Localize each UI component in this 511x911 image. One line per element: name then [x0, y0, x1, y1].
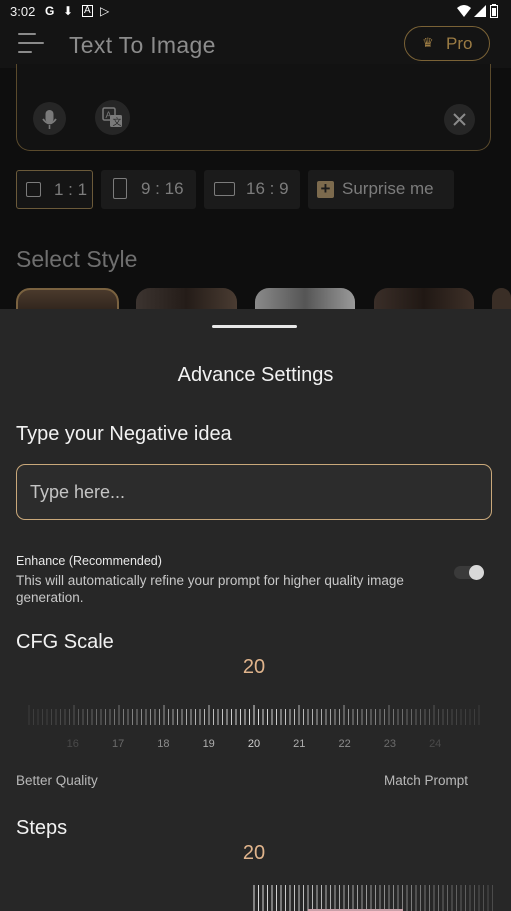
news-icon: A	[82, 5, 93, 17]
ruler-tick-label: 21	[293, 738, 306, 750]
pro-button[interactable]: ♛ Pro	[404, 26, 490, 61]
cfg-scale-ruler[interactable]	[0, 695, 511, 735]
menu-icon[interactable]	[18, 33, 44, 55]
crown-icon: ♛	[422, 35, 434, 50]
select-style-title: Select Style	[16, 246, 138, 272]
steps-label: Steps	[16, 817, 68, 839]
enhance-toggle[interactable]	[454, 565, 484, 580]
cfg-scale-value: 20	[242, 656, 266, 678]
clear-icon[interactable]	[444, 104, 475, 135]
ruler-tick-label: 16	[66, 738, 79, 750]
advance-settings-sheet: Advance Settings Type your Negative idea…	[0, 309, 511, 911]
square-icon	[26, 182, 41, 197]
landscape-icon	[214, 182, 235, 196]
wifi-icon	[457, 5, 471, 17]
negative-idea-input[interactable]	[16, 464, 492, 520]
match-prompt-label: Match Prompt	[384, 773, 469, 788]
toggle-knob	[469, 565, 484, 580]
ruler-tick-label: 17	[111, 738, 125, 750]
sheet-title: Advance Settings	[177, 364, 334, 386]
ratio-1-1-button[interactable]: 1 : 1	[16, 170, 93, 209]
plus-icon: +	[317, 180, 334, 198]
ratio-9-16-button[interactable]: 9 : 16	[101, 170, 196, 209]
page-title: Text To Image	[69, 32, 216, 58]
steps-ruler[interactable]	[0, 881, 511, 911]
mic-icon[interactable]	[33, 102, 66, 135]
better-quality-label: Better Quality	[16, 773, 98, 788]
surprise-me-button[interactable]: + Surprise me	[308, 170, 454, 209]
ruler-tick-label: 24	[429, 738, 442, 750]
app-bar: Text To Image ♛ Pro	[0, 24, 511, 68]
play-store-icon: ▷	[100, 4, 110, 18]
svg-text:文: 文	[113, 116, 122, 127]
negative-idea-label: Type your Negative idea	[16, 423, 232, 445]
enhance-title: Enhance (Recommended)	[16, 554, 162, 568]
ruler-tick-label: 23	[383, 738, 397, 750]
ruler-tick-label: 20	[247, 738, 261, 750]
status-bar: 3:02 G ⬇ A ▷	[0, 0, 511, 24]
surprise-me-label: Surprise me	[342, 179, 434, 198]
steps-value: 20	[242, 842, 266, 864]
cfg-scale-label: CFG Scale	[16, 631, 114, 653]
ruler-tick-label: 18	[157, 738, 170, 750]
sheet-drag-handle[interactable]	[212, 325, 297, 328]
translate-icon[interactable]: A文	[95, 100, 130, 135]
download-icon: ⬇	[63, 4, 74, 18]
ratio-label: 16 : 9	[246, 179, 289, 198]
ratio-label: 9 : 16	[141, 179, 184, 198]
ratio-label: 1 : 1	[54, 180, 88, 199]
pro-label: Pro	[446, 34, 473, 53]
google-icon: G	[45, 4, 55, 18]
prompt-box[interactable]: A文	[16, 64, 491, 151]
ruler-tick-label: 19	[202, 738, 215, 750]
enhance-description: This will automatically refine your prom…	[16, 573, 404, 605]
signal-icon	[474, 5, 486, 17]
status-time: 3:02	[10, 4, 36, 19]
portrait-icon	[113, 178, 127, 199]
battery-icon	[490, 4, 498, 18]
ruler-tick-label: 22	[338, 738, 351, 750]
ratio-16-9-button[interactable]: 16 : 9	[204, 170, 300, 209]
